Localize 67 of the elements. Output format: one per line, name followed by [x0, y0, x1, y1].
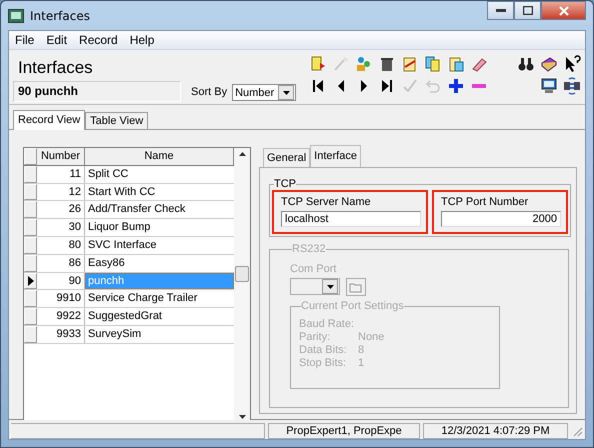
- scrollbar[interactable]: [234, 148, 250, 423]
- window-title: Interfaces: [30, 8, 91, 22]
- status-text: 12/3/2021 4:07:29 PM: [423, 422, 568, 438]
- copy-icon[interactable]: [423, 54, 442, 74]
- view-tab[interactable]: Table View: [85, 112, 148, 129]
- table-cell: 30: [37, 219, 85, 236]
- table-cell: 80: [37, 236, 85, 254]
- table-cell[interactable]: SurveySim: [85, 326, 234, 343]
- table-cell[interactable]: SuggestedGrat: [85, 308, 234, 325]
- setting-value: 1: [358, 357, 364, 370]
- setting-value: None: [358, 331, 384, 344]
- table-cell: 9933: [37, 326, 85, 343]
- maximize-icon: [522, 6, 532, 15]
- view-tab[interactable]: Record View: [13, 110, 86, 130]
- resize-grip-icon: [571, 424, 583, 436]
- plus-icon[interactable]: [446, 76, 466, 96]
- server-name-field[interactable]: localhost: [281, 211, 421, 227]
- field-label: Com Port: [290, 263, 338, 275]
- caret-icon: [326, 284, 334, 288]
- table-cell: 9922: [37, 308, 85, 325]
- sort-by-label: Sort By: [191, 86, 228, 100]
- port-number-field[interactable]: 2000: [441, 211, 561, 227]
- table-cell: 11: [37, 166, 85, 183]
- group-title: TCP: [274, 178, 296, 190]
- close-icon: [558, 6, 568, 16]
- field-label: TCP Server Name: [281, 196, 372, 208]
- row-header[interactable]: [24, 272, 37, 290]
- detail-tab[interactable]: General: [263, 148, 310, 167]
- folder-icon: [349, 282, 363, 292]
- table-cell[interactable]: Easy86: [85, 254, 234, 272]
- table-cell[interactable]: Service Charge Trailer: [85, 290, 234, 308]
- app-icon: [8, 8, 24, 22]
- menu-item[interactable]: Help: [124, 33, 160, 47]
- table-cell[interactable]: Add/Transfer Check: [85, 201, 234, 218]
- table-cell: 86: [37, 254, 85, 272]
- setting-label: Data Bits:: [299, 344, 348, 357]
- scroll-up-icon[interactable]: [238, 152, 246, 156]
- table-cell[interactable]: Liquor Bump: [85, 219, 234, 236]
- monitor-icon[interactable]: [539, 76, 558, 96]
- setting-label: Baud Rate:: [299, 318, 356, 331]
- setting-label: Stop Bits:: [299, 357, 348, 370]
- close-button[interactable]: [541, 1, 586, 20]
- minimize-button[interactable]: [487, 1, 514, 20]
- setting-value: 8: [358, 344, 364, 357]
- table-cell[interactable]: Start With CC: [85, 184, 234, 200]
- menu-item[interactable]: Record: [73, 33, 124, 47]
- setting-label: Parity:: [299, 331, 332, 344]
- page-title: Interfaces: [17, 57, 94, 79]
- caret-icon: [282, 90, 290, 94]
- table-cell: 26: [37, 201, 85, 218]
- table-cell[interactable]: SVC Interface: [85, 236, 234, 254]
- record-field: 90 punchh: [13, 81, 181, 102]
- table-cell: 12: [37, 184, 85, 200]
- table-cell[interactable]: Split CC: [85, 166, 234, 183]
- field-label: TCP Port Number: [441, 196, 530, 208]
- maximize-button[interactable]: [514, 1, 541, 20]
- network-icon[interactable]: [562, 76, 581, 96]
- minimize-icon: [496, 8, 506, 12]
- group-title: Current Port Settings: [301, 300, 404, 312]
- status-text: PropExpert1, PropExpe: [268, 422, 420, 438]
- group-title: RS232: [292, 243, 326, 255]
- detail-tab[interactable]: Interface: [310, 145, 361, 168]
- menu-item[interactable]: Edit: [40, 33, 74, 47]
- sort-by-dropdown[interactable]: Number: [232, 84, 296, 101]
- menu-item[interactable]: File: [9, 33, 40, 47]
- scroll-thumb[interactable]: [235, 266, 249, 282]
- table-cell: 9910: [37, 290, 85, 308]
